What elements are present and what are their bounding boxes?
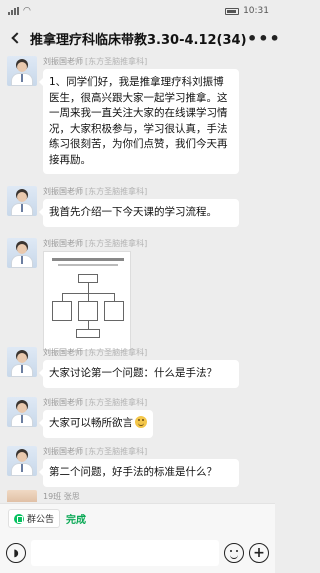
sender-tag: [东方圣脑推拿科]	[85, 447, 148, 456]
status-right: 10:31	[225, 6, 269, 16]
message-input[interactable]	[31, 540, 219, 566]
avatar[interactable]	[7, 238, 37, 268]
sender-name: 刘振国老师 [东方圣脑推拿科]	[43, 239, 148, 248]
smile-emoji-icon	[135, 416, 147, 428]
document-image[interactable]	[43, 251, 131, 351]
message-3: 刘振国老师 [东方圣脑推拿科]	[7, 238, 269, 354]
status-time: 10:31	[243, 6, 269, 16]
message-bubble[interactable]: 1、同学们好，我是推拿理疗科刘振博医生，很高兴跟大家一起学习推拿。这一周来我一直…	[39, 69, 239, 174]
avatar[interactable]	[7, 490, 37, 502]
emoji-icon[interactable]	[224, 543, 244, 563]
status-bar: ◠ 10:31	[0, 0, 275, 22]
group-notice-chip[interactable]: 群公告	[8, 509, 61, 528]
voice-icon[interactable]: ◗	[6, 543, 26, 563]
message-bubble[interactable]: 第二个问题，好手法的标准是什么？	[39, 459, 239, 487]
chat-title: 推拿理疗科临床带教3.30-4.12(34)	[30, 32, 247, 48]
sender-tag: [东方圣脑推拿科]	[85, 239, 148, 248]
sender-name: 刘振国老师 [东方圣脑推拿科]	[43, 187, 148, 196]
sender-tag: [东方圣脑推拿科]	[85, 348, 148, 357]
wifi-icon: ◠	[23, 6, 31, 16]
announcement-bar: 群公告 完成	[0, 503, 275, 533]
sender-name: 刘振国老师 [东方圣脑推拿科]	[43, 398, 148, 407]
group-notice-label: 群公告	[27, 515, 55, 525]
battery-icon	[225, 7, 240, 15]
notice-icon	[14, 513, 24, 524]
sender-tag: [东方圣脑推拿科]	[85, 398, 148, 407]
avatar[interactable]	[7, 446, 37, 476]
plus-icon[interactable]: +	[249, 543, 269, 563]
avatar[interactable]	[7, 56, 37, 86]
avatar[interactable]	[7, 397, 37, 427]
message-1: 刘振国老师 [东方圣脑推拿科] 1、同学们好，我是推拿理疗科刘振博医生，很高兴跟大…	[7, 56, 269, 174]
partial-message: 19班 张思	[7, 490, 207, 502]
sender-tag: [东方圣脑推拿科]	[85, 57, 148, 66]
message-bubble[interactable]: 大家可以畅所欲言	[39, 410, 153, 438]
done-button[interactable]: 完成	[66, 511, 86, 526]
more-icon[interactable]: •••	[247, 29, 280, 48]
back-icon[interactable]	[6, 29, 24, 47]
sender-name: 刘振国老师 [东方圣脑推拿科]	[43, 57, 148, 66]
avatar[interactable]	[7, 347, 37, 377]
message-text: 大家可以畅所欲言	[49, 417, 133, 429]
message-5: 刘振国老师 [东方圣脑推拿科] 大家可以畅所欲言	[7, 397, 269, 439]
title-bar: 推拿理疗科临床带教3.30-4.12(34) •••	[0, 22, 280, 54]
input-bar: ◗ +	[0, 533, 275, 573]
message-bubble[interactable]: 大家讨论第一个问题：什么是手法？	[39, 360, 239, 388]
sender-name: 19班 张思	[43, 492, 80, 501]
status-left: ◠	[8, 6, 31, 16]
message-6: 刘振国老师 [东方圣脑推拿科] 第二个问题，好手法的标准是什么？	[7, 446, 269, 488]
signal-icon	[8, 7, 19, 15]
sender-name: 刘振国老师 [东方圣脑推拿科]	[43, 348, 148, 357]
message-4: 刘振国老师 [东方圣脑推拿科] 大家讨论第一个问题：什么是手法？	[7, 347, 269, 389]
message-2: 刘振国老师 [东方圣脑推拿科] 我首先介绍一下今天课的学习流程。	[7, 186, 269, 228]
sender-tag: [东方圣脑推拿科]	[85, 187, 148, 196]
avatar[interactable]	[7, 186, 37, 216]
message-bubble[interactable]: 我首先介绍一下今天课的学习流程。	[39, 199, 239, 227]
sender-name: 刘振国老师 [东方圣脑推拿科]	[43, 447, 148, 456]
